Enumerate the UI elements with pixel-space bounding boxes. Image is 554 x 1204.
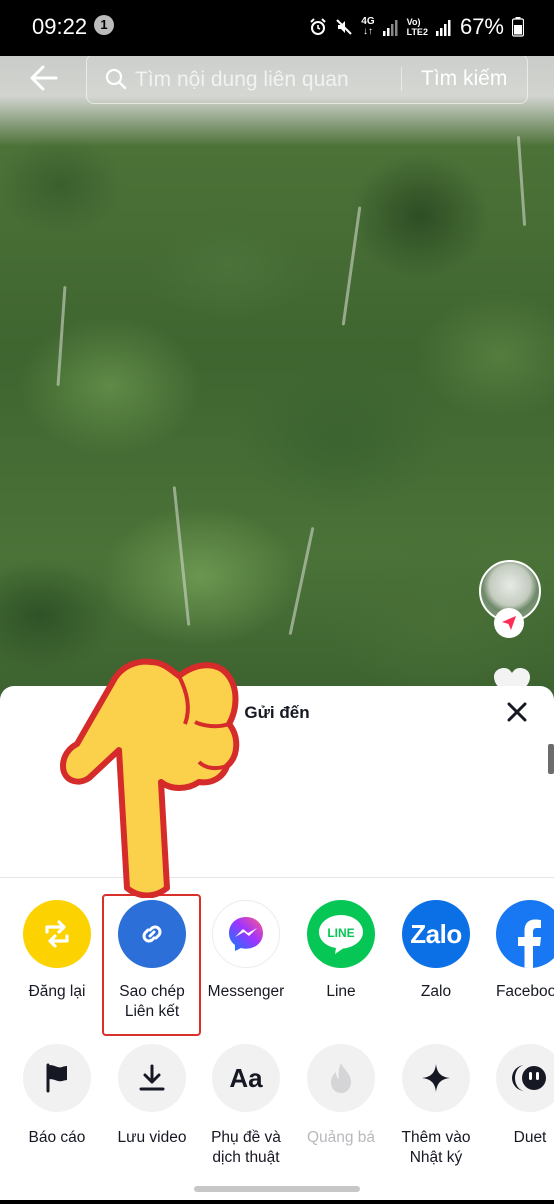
- tree-trunk: [516, 136, 527, 226]
- sheet-divider: [0, 877, 554, 878]
- facebook-icon: [496, 900, 554, 968]
- share-facebook-button[interactable]: Facebook: [482, 900, 554, 1002]
- action-label: Quảng bá: [306, 1129, 376, 1146]
- signal-icon-2: [435, 20, 451, 36]
- share-line-button[interactable]: LINE Line: [293, 900, 389, 1002]
- network-type: 4G ↓↑: [361, 16, 375, 37]
- share-label: Zalo: [420, 983, 452, 1000]
- battery-percent: 67%: [459, 14, 504, 39]
- share-zalo-button[interactable]: Zalo Zalo: [388, 900, 484, 1002]
- sparkle-icon: [402, 1044, 470, 1112]
- tree-trunk: [56, 286, 67, 386]
- status-icons: 4G ↓↑ Vo) LTE2 67%: [309, 14, 524, 40]
- svg-text:LINE: LINE: [327, 926, 354, 940]
- actions-row: Báo cáo Lưu video Aa Phụ đề và dịch thuậ…: [0, 1044, 554, 1204]
- signal-icon-1: [382, 20, 398, 36]
- search-bar: Tìm kiếm: [86, 54, 528, 104]
- search-submit-button[interactable]: Tìm kiếm: [421, 67, 507, 91]
- tree-trunk: [341, 206, 362, 326]
- line-icon: LINE: [307, 900, 375, 968]
- home-indicator[interactable]: [194, 1186, 360, 1192]
- volte-label: Vo) LTE2: [406, 17, 428, 37]
- share-sheet: Gửi đến Đăng lại Sao chép Liên kết Messe…: [0, 686, 554, 1200]
- zalo-icon: Zalo: [402, 900, 470, 968]
- share-targets-row: Đăng lại Sao chép Liên kết Messenger LIN…: [0, 900, 554, 1060]
- tree-trunk: [288, 526, 315, 636]
- save-video-button[interactable]: Lưu video: [104, 1044, 200, 1148]
- action-label: Thêm vào Nhật ký: [401, 1129, 471, 1166]
- messenger-icon: [212, 900, 280, 968]
- search-icon: [105, 68, 127, 90]
- status-bar: 09:22 1 4G ↓↑ Vo) LTE2 67%: [0, 0, 554, 56]
- share-repost-button[interactable]: Đăng lại: [9, 900, 105, 1002]
- send-icon: [502, 616, 516, 630]
- action-label: Duet: [513, 1129, 547, 1146]
- captions-icon: Aa: [212, 1044, 280, 1112]
- action-label: Báo cáo: [28, 1129, 86, 1146]
- arrow-left-icon: [30, 65, 58, 91]
- captions-translation-button[interactable]: Aa Phụ đề và dịch thuật: [198, 1044, 294, 1168]
- edge-strip: [548, 744, 554, 774]
- share-label: Sao chép Liên kết: [119, 983, 185, 1020]
- notification-count-badge: 1: [94, 15, 114, 35]
- duet-button[interactable]: Duet: [482, 1044, 554, 1148]
- alarm-icon: [310, 18, 326, 35]
- promote-flame-icon: [307, 1044, 375, 1112]
- duet-icon: [496, 1044, 554, 1112]
- share-sheet-title: Gửi đến: [244, 703, 310, 722]
- flag-icon: [23, 1044, 91, 1112]
- battery-icon: [512, 17, 524, 37]
- back-button[interactable]: [28, 62, 62, 96]
- share-label: Line: [326, 983, 356, 1000]
- action-label: Lưu video: [117, 1129, 187, 1146]
- add-to-diary-button[interactable]: Thêm vào Nhật ký: [388, 1044, 484, 1168]
- status-time: 09:22: [32, 14, 88, 39]
- share-copy-link-button[interactable]: Sao chép Liên kết: [104, 900, 200, 1022]
- link-icon: [118, 900, 186, 968]
- share-label: Đăng lại: [28, 983, 86, 1000]
- close-icon[interactable]: [505, 700, 529, 724]
- share-messenger-button[interactable]: Messenger: [198, 900, 294, 1002]
- mute-icon: [336, 19, 352, 35]
- action-label: Phụ đề và dịch thuật: [211, 1129, 281, 1166]
- report-button[interactable]: Báo cáo: [9, 1044, 105, 1148]
- download-icon: [118, 1044, 186, 1112]
- send-badge[interactable]: [494, 608, 524, 638]
- repost-icon: [23, 900, 91, 968]
- search-input[interactable]: [133, 63, 387, 97]
- share-label: Messenger: [207, 983, 285, 1000]
- tree-trunk: [172, 486, 191, 626]
- search-divider: [401, 67, 402, 91]
- video-player[interactable]: [0, 56, 554, 716]
- share-label: Facebook: [495, 983, 554, 1000]
- promote-button[interactable]: Quảng bá: [293, 1044, 389, 1148]
